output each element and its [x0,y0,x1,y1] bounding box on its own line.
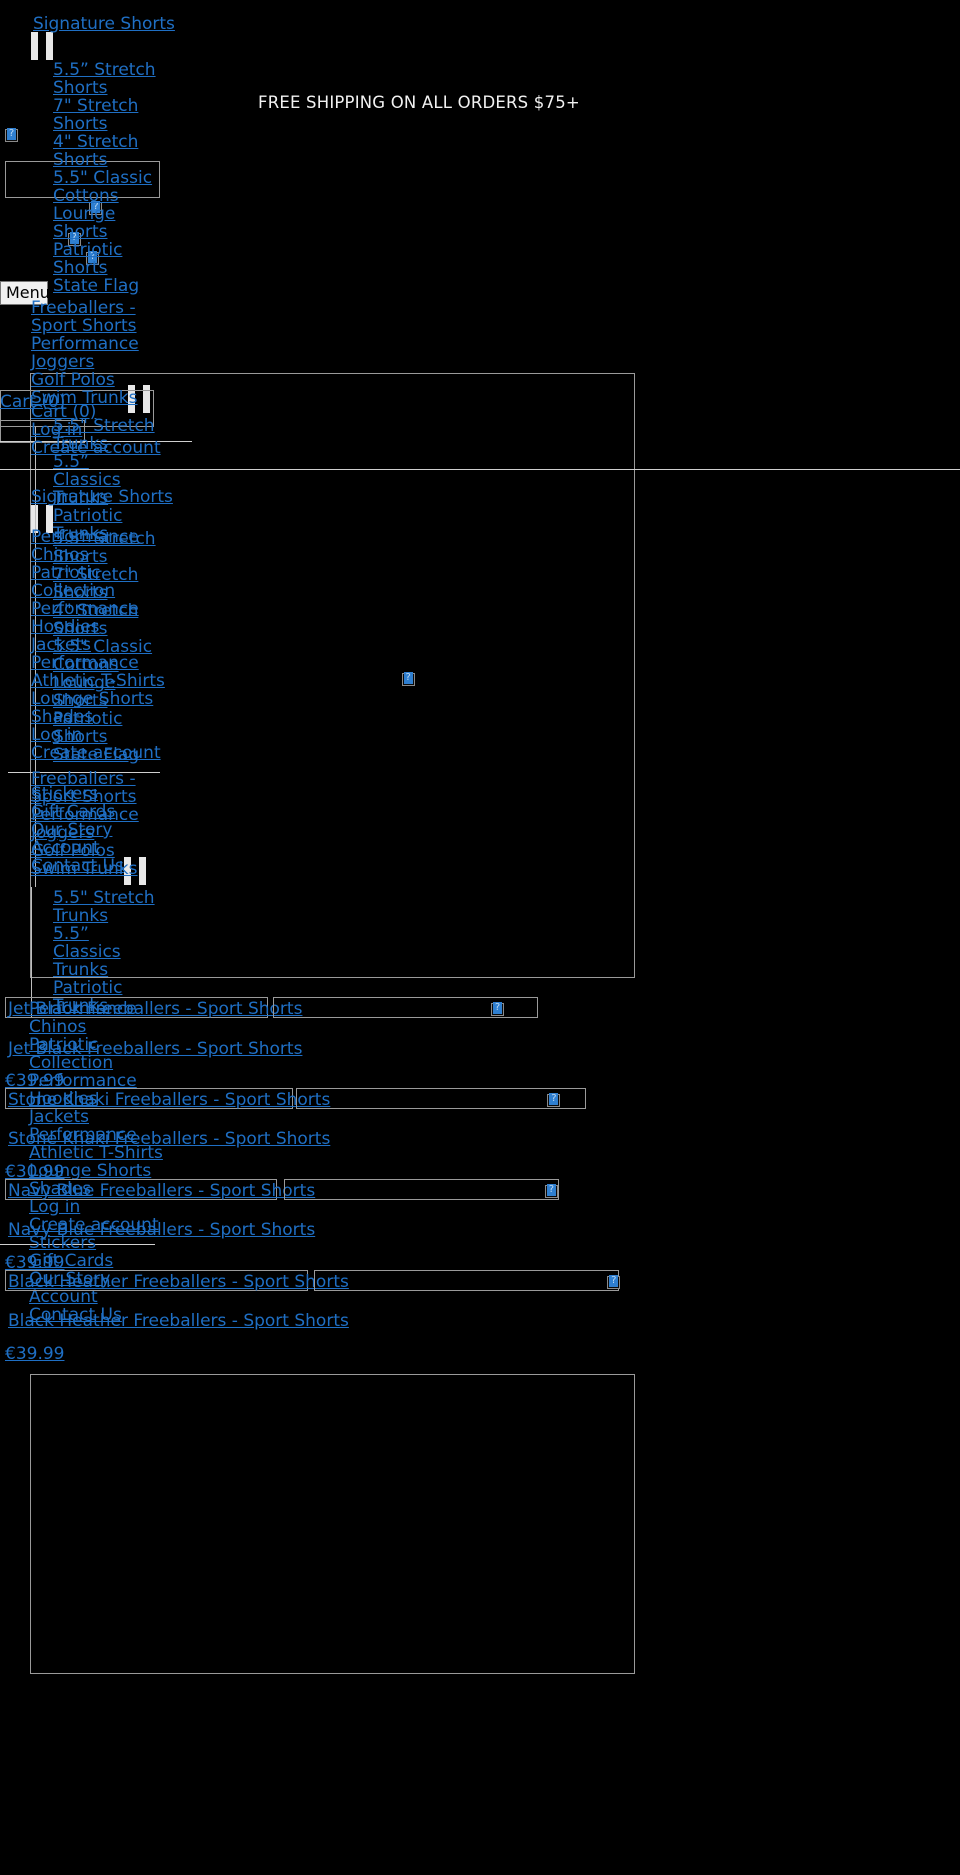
nav-overlay-state-flag[interactable]: State Flag [53,746,158,764]
broken-image-icon [5,128,18,142]
free-shipping-banner: FREE SHIPPING ON ALL ORDERS $75+ [258,93,580,112]
nav-item-7-stretch-shorts[interactable]: 7" Stretch Shorts [53,97,158,133]
nav-item-55-classic-cottons[interactable]: 5.5" Classic Cottons [53,169,158,205]
nav-overlay-golf-polos[interactable]: Golf Polos [31,842,161,860]
broken-image-icon [544,1184,558,1198]
bar-glyph [46,32,53,60]
nav-secondary-heading: Signature Shorts [31,488,173,506]
product-link-3[interactable]: Navy Blue Freeballers - Sport Shorts [8,1220,315,1240]
broken-image-icon [491,1002,505,1016]
nav-signature-shorts: Signature Shorts [33,15,175,33]
broken-image-icon [547,1093,561,1107]
nav-overlay-55-stretch-shorts[interactable]: 5.5” Stretch Shorts [53,530,158,566]
product-title-1[interactable]: Jet Black Freeballers - Sport Shorts [8,999,302,1019]
layout-frame-footer [30,1374,635,1674]
product-title-3[interactable]: Navy Blue Freeballers - Sport Shorts [8,1181,315,1201]
nav-heading-signature-shorts[interactable]: Signature Shorts [33,15,175,33]
nav-overlay-primary: Freeballers - Sport Shorts Performance J… [31,770,161,878]
nav-overlay-swim-trunks[interactable]: Swim Trunks [31,860,161,878]
hamburger-bars-top [31,32,53,65]
product-link-1[interactable]: Jet Black Freeballers - Sport Shorts [8,1039,302,1059]
nav-overlay-patriotic-shorts[interactable]: Patriotic Shorts [53,710,158,746]
nav-item-state-flag[interactable]: State Flag [53,277,158,295]
nav-overlay-jackets[interactable]: Jackets [29,1108,164,1126]
bar-glyph [31,32,38,60]
nav-account-links: Cart (0) Log in Create account [31,403,161,457]
nav-overlay-shorts-sub: 5.5” Stretch Shorts 7" Stretch Shorts 4"… [53,530,163,764]
nav-heading-signature-shorts-2[interactable]: Signature Shorts [31,488,173,506]
create-account-link[interactable]: Create account [31,439,161,457]
product-link-2[interactable]: Stone Khaki Freeballers - Sport Shorts [8,1129,330,1149]
login-link[interactable]: Log in [31,421,161,439]
product-image-frame-2 [296,1088,586,1109]
nav-shorts-sublist: 5.5” Stretch Shorts 7" Stretch Shorts 4"… [53,61,163,295]
product-price-4: €39.99 [5,1344,65,1364]
nav-overlay-55-stretch-trunks[interactable]: 5.5" Stretch Trunks [53,889,161,925]
unstyled-page-root: FREE SHIPPING ON ALL ORDERS $75+ Menu Si… [0,0,960,1875]
nav-item-55-stretch-shorts[interactable]: 5.5” Stretch Shorts [53,61,158,97]
nav-item-freeballers-sport-shorts[interactable]: Freeballers - Sport Shorts [31,299,149,335]
nav-overlay-performance-joggers[interactable]: Performance Joggers [31,806,159,842]
product-image-frame-4 [314,1270,619,1291]
nav-item-lounge-shorts[interactable]: Lounge Shorts [53,205,158,241]
nav-item-4-stretch-shorts[interactable]: 4" Stretch Shorts [53,133,158,169]
nav-overlay-55-classics-trunks[interactable]: 5.5” Classics Trunks [53,925,161,979]
product-link-4[interactable]: Black Heather Freeballers - Sport Shorts [8,1311,349,1331]
nav-item-patriotic-shorts[interactable]: Patriotic Shorts [53,241,158,277]
broken-image-icon [607,1275,621,1289]
product-title-4[interactable]: Black Heather Freeballers - Sport Shorts [8,1272,349,1292]
nav-primary-rest: Freeballers - Sport Shorts Performance J… [31,299,151,407]
nav-overlay-lounge-shorts[interactable]: Lounge Shorts [53,674,158,710]
product-title-2[interactable]: Stone Khaki Freeballers - Sport Shorts [8,1090,330,1110]
nav-overlay-4-stretch-shorts[interactable]: 4" Stretch Shorts [53,602,158,638]
nav-overlay-55-classic-cottons[interactable]: 5.5" Classic Cottons [53,638,158,674]
nav-item-performance-joggers[interactable]: Performance Joggers [31,335,149,371]
cart-link-dup[interactable]: Cart (0) [31,403,161,421]
nav-overlay-7-stretch-shorts[interactable]: 7" Stretch Shorts [53,566,158,602]
product-image-frame-3 [284,1179,559,1200]
nav-overlay-freeballers[interactable]: Freeballers - Sport Shorts [31,770,159,806]
nav-item-golf-polos[interactable]: Golf Polos [31,371,151,389]
